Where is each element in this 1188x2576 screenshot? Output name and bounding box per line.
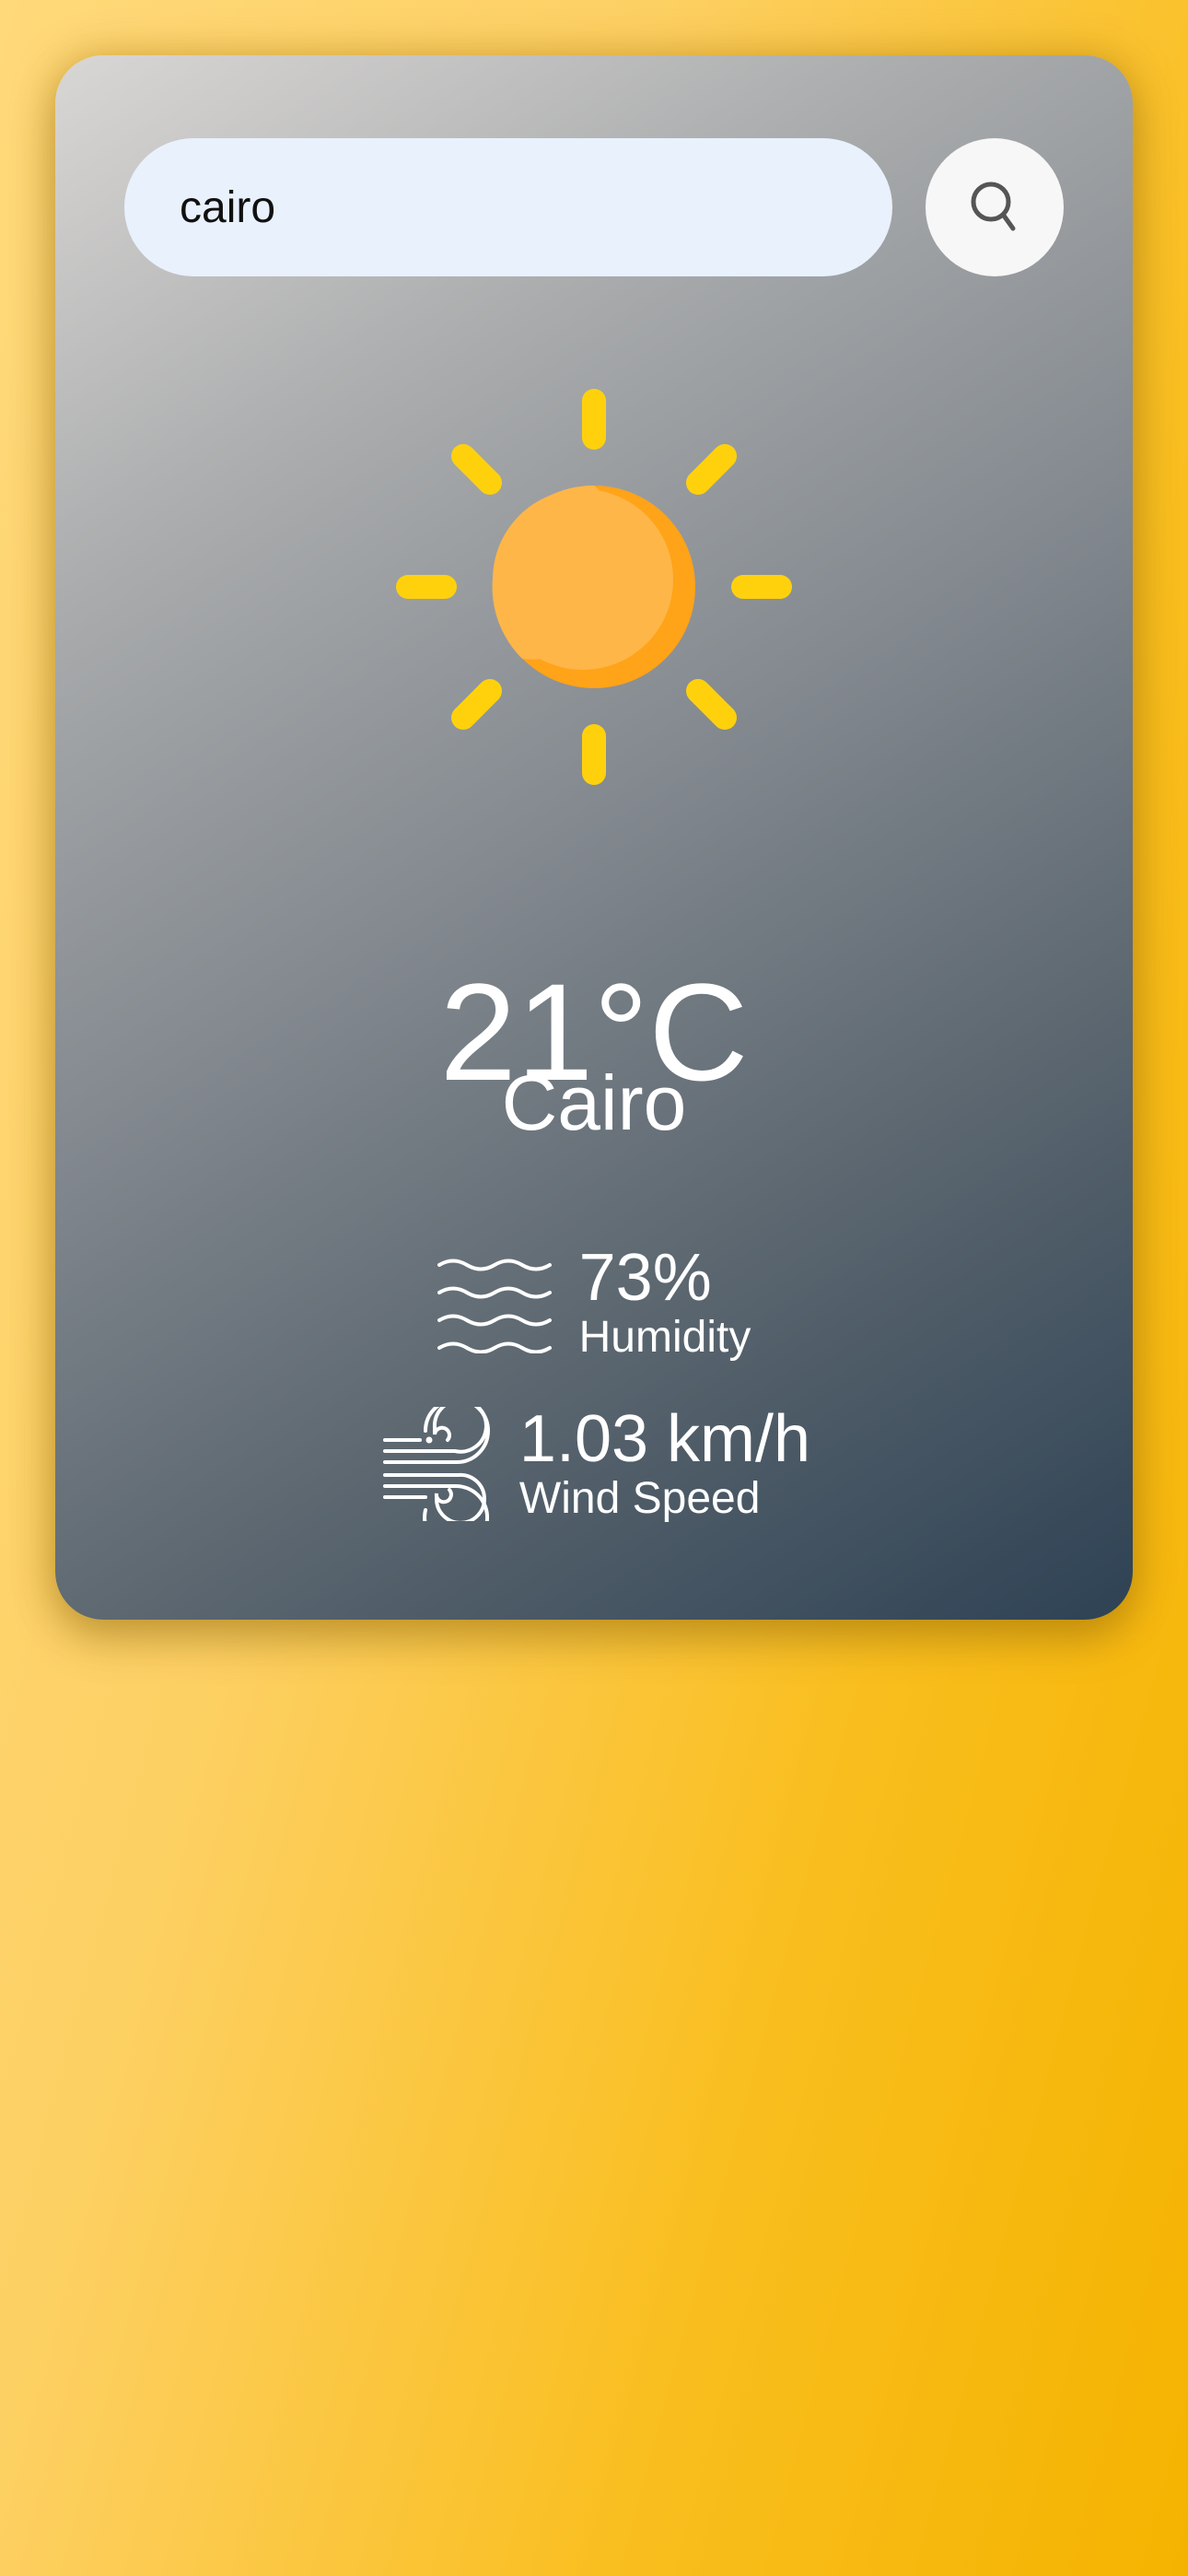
humidity-label: Humidity: [578, 1312, 751, 1362]
search-icon: [971, 181, 1016, 231]
wind-speed-value: 1.03 km/h: [518, 1402, 811, 1476]
weather-card: 21°C Cairo 73% Humidity: [55, 55, 1133, 1620]
city-name: Cairo: [501, 1060, 687, 1146]
search-button[interactable]: [926, 138, 1064, 276]
sun-icon: [396, 389, 792, 785]
wind-icon: [382, 1407, 490, 1522]
humidity-waves-icon: [437, 1259, 552, 1354]
humidity-row: 73% Humidity: [55, 1241, 1133, 1362]
humidity-value: 73%: [578, 1241, 712, 1315]
city-search-input[interactable]: [124, 138, 892, 276]
wind-row: 1.03 km/h Wind Speed: [55, 1402, 1133, 1523]
wind-speed-label: Wind Speed: [518, 1473, 761, 1523]
